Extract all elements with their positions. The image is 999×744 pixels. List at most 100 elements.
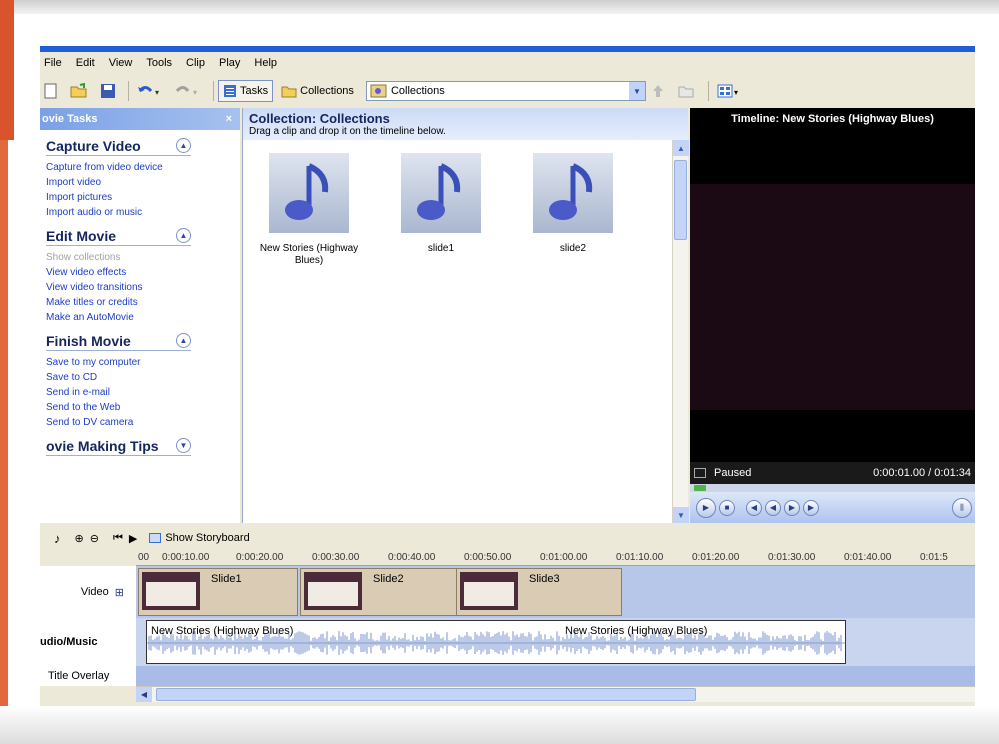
timeline-ruler[interactable]: 00 0:00:10.00 0:00:20.00 0:00:30.00 0:00…	[136, 550, 975, 566]
ruler-tick: 0:00:20.00	[236, 552, 284, 563]
capture-video-heading[interactable]: Capture Video ▲	[46, 136, 191, 156]
link-save-to-computer[interactable]: Save to my computer	[46, 355, 240, 370]
collection-pane: Collection: Collections Drag a clip and …	[242, 108, 689, 523]
link-import-pictures[interactable]: Import pictures	[46, 190, 240, 205]
link-import-video[interactable]: Import video	[46, 175, 240, 190]
ruler-tick: 0:01:10.00	[616, 552, 664, 563]
video-clip[interactable]: Slide2	[300, 568, 460, 616]
movie-tasks-title: ovie Tasks	[42, 113, 98, 125]
video-track[interactable]: Slide1 Slide2 Slide3	[136, 566, 975, 618]
audio-clip[interactable]: New Stories (Highway Blues) New Stories …	[146, 620, 846, 664]
menu-play[interactable]: Play	[219, 57, 240, 69]
collections-label: Collections	[300, 85, 354, 97]
clip-item[interactable]: slide2	[513, 153, 633, 255]
clip-item[interactable]: New Stories (Highway Blues)	[249, 153, 369, 267]
save-project-button[interactable]	[96, 80, 120, 102]
previous-frame-button[interactable]: ◀	[746, 499, 762, 516]
link-view-video-transitions[interactable]: View video transitions	[46, 280, 240, 295]
scroll-left-icon[interactable]: ◀	[136, 687, 152, 702]
movie-tasks-pane: ovie Tasks × Capture Video ▲ Capture fro…	[40, 108, 240, 523]
movie-making-tips-heading[interactable]: ovie Making Tips ▼	[46, 436, 191, 456]
collections-dropdown[interactable]: Collections ▼	[365, 81, 646, 101]
slide-thumbnail	[142, 572, 200, 610]
chevron-down-icon[interactable]: ▼	[628, 82, 645, 100]
views-button[interactable]: ▾	[713, 80, 745, 102]
new-collection-button[interactable]	[674, 80, 700, 102]
collapse-icon[interactable]: ▲	[176, 333, 191, 348]
link-capture-from-device[interactable]: Capture from video device	[46, 160, 240, 175]
video-clip[interactable]: Slide3	[456, 568, 622, 616]
collapse-icon[interactable]: ▲	[176, 228, 191, 243]
scroll-thumb[interactable]	[674, 160, 687, 240]
scroll-down-icon[interactable]: ▼	[673, 507, 689, 523]
menu-clip[interactable]: Clip	[186, 57, 205, 69]
expand-track-icon[interactable]: ⊞	[115, 586, 124, 599]
link-make-titles[interactable]: Make titles or credits	[46, 295, 240, 310]
collections-button[interactable]: Collections	[277, 80, 358, 102]
ruler-tick: 0:01:00.00	[540, 552, 588, 563]
new-folder-icon	[678, 86, 694, 98]
menu-edit[interactable]: Edit	[76, 57, 95, 69]
menu-tools[interactable]: Tools	[146, 57, 172, 69]
play-button[interactable]: ▶	[696, 497, 716, 518]
stop-button[interactable]: ■	[719, 499, 735, 516]
section-finish-movie: Finish Movie ▲ Save to my computer Save …	[40, 331, 240, 430]
title-overlay-track[interactable]	[136, 666, 975, 686]
show-storyboard-button[interactable]: Show Storyboard	[165, 532, 249, 544]
collapse-icon[interactable]: ▲	[176, 138, 191, 153]
menu-file[interactable]: File	[44, 57, 62, 69]
finish-movie-heading[interactable]: Finish Movie ▲	[46, 331, 191, 351]
link-send-web[interactable]: Send to the Web	[46, 400, 240, 415]
ruler-tick: 0:01:40.00	[844, 552, 892, 563]
play-timeline-icon[interactable]: ▶	[129, 532, 137, 545]
menu-view[interactable]: View	[109, 57, 133, 69]
timeline-scrollbar[interactable]: ◀	[136, 686, 975, 702]
clip-item[interactable]: slide1	[381, 153, 501, 255]
seek-bar[interactable]	[690, 484, 975, 492]
link-save-to-cd[interactable]: Save to CD	[46, 370, 240, 385]
tasks-icon	[224, 85, 236, 97]
storyboard-icon[interactable]	[149, 533, 162, 543]
link-send-dv-camera[interactable]: Send to DV camera	[46, 415, 240, 430]
redo-icon: ▾	[175, 86, 197, 97]
new-project-button[interactable]	[40, 80, 62, 102]
seek-knob[interactable]	[694, 485, 706, 491]
open-project-button[interactable]	[66, 80, 92, 102]
rewind-button[interactable]: ◀	[765, 499, 781, 516]
main-toolbar: ▾ ▾ Tasks Collections Collections ▼ ▾	[40, 76, 975, 106]
undo-button[interactable]: ▾	[133, 80, 167, 102]
expand-icon[interactable]: ▼	[176, 438, 191, 453]
link-import-audio[interactable]: Import audio or music	[46, 205, 240, 220]
video-clip[interactable]: Slide1	[138, 568, 298, 616]
next-frame-button[interactable]: ▶	[803, 499, 819, 516]
link-send-email[interactable]: Send in e-mail	[46, 385, 240, 400]
up-level-button[interactable]	[646, 80, 670, 102]
tasks-label: Tasks	[240, 85, 269, 97]
redo-button[interactable]: ▾	[171, 80, 205, 102]
close-icon[interactable]: ×	[226, 113, 232, 125]
rewind-timeline-icon[interactable]: ⏮	[113, 532, 123, 545]
edit-movie-heading[interactable]: Edit Movie ▲	[46, 226, 191, 246]
clip-caption: New Stories (Highway Blues)	[259, 243, 359, 266]
audio-clip-label: New Stories (Highway Blues)	[151, 625, 294, 637]
menu-help[interactable]: Help	[254, 57, 277, 69]
zoom-in-icon[interactable]: ⊕	[75, 532, 84, 545]
ruler-tick: 0:01:30.00	[768, 552, 816, 563]
scroll-thumb[interactable]	[156, 688, 696, 701]
slide-thumbnail	[304, 572, 362, 610]
forward-button[interactable]: ▶	[784, 499, 800, 516]
set-audio-levels-icon[interactable]: ♪	[54, 531, 61, 546]
title-overlay-label: Title Overlay	[40, 666, 136, 686]
link-view-video-effects[interactable]: View video effects	[46, 265, 240, 280]
scroll-up-icon[interactable]: ▲	[673, 140, 689, 156]
up-arrow-icon	[652, 85, 663, 97]
tasks-button[interactable]: Tasks	[218, 80, 274, 102]
svg-text:▾: ▾	[155, 88, 159, 97]
audio-track[interactable]: New Stories (Highway Blues) New Stories …	[136, 618, 975, 666]
svg-text:▾: ▾	[193, 88, 197, 97]
link-make-automovie[interactable]: Make an AutoMovie	[46, 310, 240, 325]
collection-scrollbar[interactable]: ▲ ▼	[672, 140, 689, 523]
zoom-out-icon[interactable]: ⊖	[90, 532, 99, 545]
split-clip-button[interactable]: ⫼	[952, 497, 972, 518]
toolbar-separator	[707, 81, 709, 101]
